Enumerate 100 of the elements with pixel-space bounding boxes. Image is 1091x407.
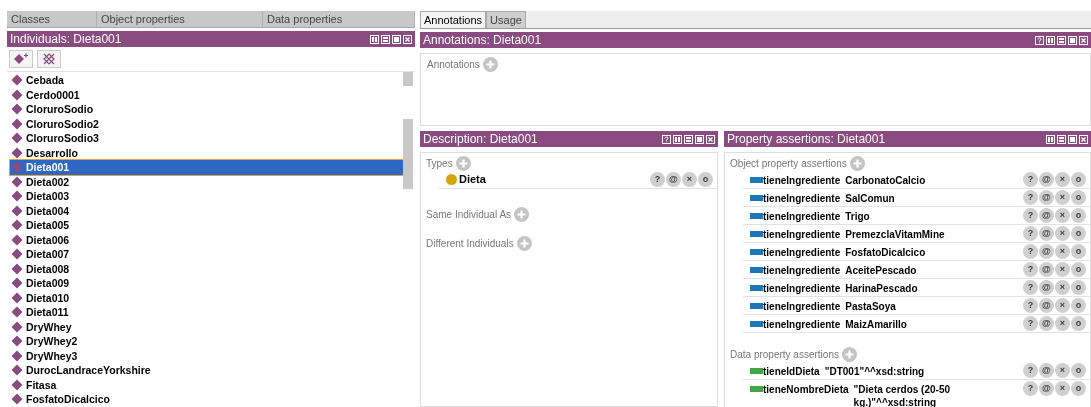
split-horizontal-icon[interactable] — [1057, 35, 1066, 45]
row-action-button[interactable]: @ — [1039, 298, 1054, 313]
row-action-button[interactable]: ? — [1023, 316, 1038, 331]
row-action-button[interactable]: ? — [1023, 172, 1038, 187]
row-action-button[interactable]: ? — [1023, 208, 1038, 223]
maximize-icon[interactable] — [695, 134, 704, 144]
row-action-button[interactable]: o — [1071, 316, 1086, 331]
close-icon[interactable] — [1079, 35, 1088, 45]
view-tab[interactable]: Object properties — [97, 11, 263, 27]
row-action-button[interactable]: o — [1071, 280, 1086, 295]
help-icon[interactable] — [1035, 35, 1044, 45]
individual-item[interactable]: DryWhey — [10, 319, 403, 334]
assertion-row[interactable]: tieneIngrediente AceitePescado ? @ × o — [743, 261, 1090, 279]
row-action-button[interactable]: × — [1055, 172, 1070, 187]
row-action-button[interactable]: × — [1055, 226, 1070, 241]
individual-item[interactable]: Dieta006 — [10, 232, 403, 247]
row-action-button[interactable]: @ — [1039, 226, 1054, 241]
individual-item[interactable]: CloruroSodio — [10, 102, 403, 117]
split-view-icon[interactable] — [1046, 134, 1055, 144]
individual-item[interactable]: DryWhey2 — [10, 334, 403, 349]
individual-item[interactable]: Fitasa — [10, 377, 403, 392]
row-action-button[interactable]: × — [1055, 381, 1070, 396]
assertion-row[interactable]: tieneIngrediente FosfatoDicalcico ? @ × o — [743, 243, 1090, 261]
individual-item[interactable]: Cerdo0001 — [10, 87, 403, 102]
row-action-button[interactable]: × — [1055, 280, 1070, 295]
row-action-button[interactable]: × — [1055, 190, 1070, 205]
individual-item[interactable]: Dieta003 — [10, 189, 403, 204]
row-action-button[interactable]: @ — [1039, 190, 1054, 205]
assertion-row[interactable]: tieneIngrediente SalComun ? @ × o — [743, 189, 1090, 207]
maximize-icon[interactable] — [1068, 35, 1077, 45]
close-icon[interactable] — [706, 134, 715, 144]
assertion-row[interactable]: tieneIdDieta "DT001"^^xsd:string ? @ × o — [743, 362, 1090, 380]
split-view-icon[interactable] — [673, 134, 682, 144]
row-action-button[interactable]: @ — [1039, 363, 1054, 378]
row-action-button[interactable]: × — [1055, 244, 1070, 259]
row-action-button[interactable]: ? — [1023, 190, 1038, 205]
row-action-button[interactable]: @ — [1039, 244, 1054, 259]
row-action-button[interactable]: ? — [1023, 226, 1038, 241]
individual-item[interactable]: Desarrollo — [10, 145, 403, 160]
delete-individual-button[interactable] — [37, 50, 61, 68]
detail-tab[interactable]: Annotations — [420, 11, 487, 28]
assertion-row[interactable]: tieneIngrediente Trigo ? @ × o — [743, 207, 1090, 225]
individual-item[interactable]: Dieta004 — [10, 203, 403, 218]
detail-tab[interactable]: Usage — [486, 11, 526, 28]
row-action-button[interactable]: @ — [1039, 316, 1054, 331]
row-action-button[interactable]: o — [1071, 244, 1086, 259]
assertion-row[interactable]: tieneIngrediente CarbonatoCalcio ? @ × o — [743, 171, 1090, 189]
row-action-button[interactable]: × — [682, 172, 697, 187]
row-action-button[interactable]: o — [1071, 172, 1086, 187]
help-icon[interactable] — [662, 134, 671, 144]
row-action-button[interactable]: o — [698, 172, 713, 187]
row-action-button[interactable]: o — [1071, 298, 1086, 313]
individual-item[interactable]: DurocLandraceYorkshire — [10, 363, 403, 378]
individual-item[interactable]: Dieta011 — [10, 305, 403, 320]
assertion-row[interactable]: tieneIngrediente HarinaPescado ? @ × o — [743, 279, 1090, 297]
row-action-button[interactable]: o — [1071, 208, 1086, 223]
type-row[interactable]: Dieta ? @ × o — [439, 171, 717, 189]
row-action-button[interactable]: @ — [1039, 208, 1054, 223]
individual-item[interactable]: Dieta007 — [10, 247, 403, 262]
split-view-icon[interactable] — [370, 34, 379, 44]
individual-item[interactable]: CloruroSodio2 — [10, 116, 403, 131]
row-action-button[interactable]: o — [1071, 190, 1086, 205]
split-horizontal-icon[interactable] — [684, 134, 693, 144]
add-individual-button[interactable] — [9, 50, 33, 68]
row-action-button[interactable]: @ — [1039, 280, 1054, 295]
row-action-button[interactable]: ? — [1023, 280, 1038, 295]
close-icon[interactable] — [403, 34, 412, 44]
assertion-row[interactable]: tieneIngrediente PastaSoya ? @ × o — [743, 297, 1090, 315]
individual-item[interactable]: DryWhey3 — [10, 348, 403, 363]
individual-item[interactable]: Dieta001 — [10, 160, 403, 175]
row-action-button[interactable]: ? — [650, 172, 665, 187]
row-action-button[interactable]: × — [1055, 298, 1070, 313]
row-action-button[interactable]: o — [1071, 363, 1086, 378]
row-action-button[interactable]: × — [1055, 363, 1070, 378]
close-icon[interactable] — [1079, 134, 1088, 144]
individual-item[interactable]: FosfatoDicalcico — [10, 392, 403, 407]
individual-item[interactable]: Dieta010 — [10, 290, 403, 305]
individual-item[interactable]: CloruroSodio3 — [10, 131, 403, 146]
individual-item[interactable]: Dieta005 — [10, 218, 403, 233]
row-action-button[interactable]: × — [1055, 208, 1070, 223]
row-action-button[interactable]: @ — [666, 172, 681, 187]
split-horizontal-icon[interactable] — [381, 34, 390, 44]
row-action-button[interactable]: @ — [1039, 381, 1054, 396]
view-tab[interactable]: Classes — [7, 11, 97, 27]
individual-item[interactable]: Dieta002 — [10, 174, 403, 189]
row-action-button[interactable]: @ — [1039, 262, 1054, 277]
row-action-button[interactable]: ? — [1023, 244, 1038, 259]
row-action-button[interactable]: o — [1071, 381, 1086, 396]
individual-item[interactable]: Dieta008 — [10, 261, 403, 276]
row-action-button[interactable]: ? — [1023, 363, 1038, 378]
row-action-button[interactable]: ? — [1023, 381, 1038, 396]
maximize-icon[interactable] — [1068, 134, 1077, 144]
row-action-button[interactable]: o — [1071, 262, 1086, 277]
row-action-button[interactable]: @ — [1039, 172, 1054, 187]
view-tab[interactable]: Data properties — [263, 11, 415, 27]
split-view-icon[interactable] — [1046, 35, 1055, 45]
individual-item[interactable]: Cebada — [10, 73, 403, 88]
split-horizontal-icon[interactable] — [1057, 134, 1066, 144]
row-action-button[interactable]: × — [1055, 262, 1070, 277]
row-action-button[interactable]: ? — [1023, 262, 1038, 277]
